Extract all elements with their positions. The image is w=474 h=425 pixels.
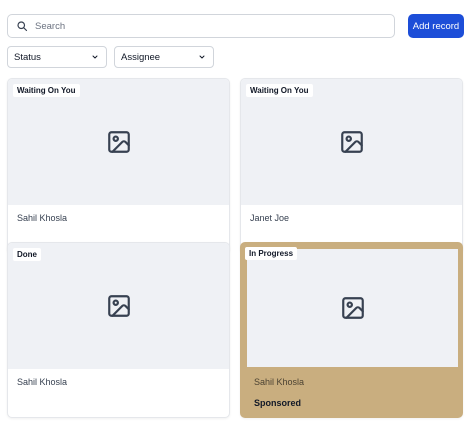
assignee-name: Sahil Khosla bbox=[254, 377, 305, 387]
card-image bbox=[241, 79, 462, 205]
image-placeholder-icon bbox=[107, 131, 130, 153]
status-badge: In Progress bbox=[245, 247, 298, 260]
status-badge: Waiting On You bbox=[13, 84, 80, 97]
image-placeholder-icon bbox=[341, 297, 364, 319]
chevron-down-icon bbox=[199, 55, 205, 59]
assignee-filter-dropdown[interactable]: Assignee bbox=[114, 46, 214, 68]
add-record-button[interactable]: Add record bbox=[408, 14, 464, 38]
assignee-filter-label: Assignee bbox=[121, 51, 161, 63]
status-badge: Waiting On You bbox=[246, 84, 313, 97]
record-card[interactable]: Waiting On You Sahil Khosla bbox=[7, 78, 230, 254]
record-card[interactable]: Done Sahil Khosla bbox=[7, 242, 230, 418]
assignee-name: Sahil Khosla bbox=[17, 377, 68, 387]
status-filter-dropdown[interactable]: Status bbox=[7, 46, 107, 68]
search-icon bbox=[17, 21, 28, 32]
assignee-name: Sahil Khosla bbox=[17, 213, 68, 223]
record-card[interactable]: Waiting On You Janet Joe bbox=[240, 78, 463, 254]
search-input[interactable] bbox=[35, 20, 365, 32]
image-placeholder-icon bbox=[107, 295, 130, 317]
chevron-down-icon bbox=[92, 55, 98, 59]
card-image bbox=[8, 79, 229, 205]
sponsored-record-card[interactable]: In Progress Sahil Khosla Sponsored bbox=[240, 242, 463, 418]
status-badge: Done bbox=[13, 248, 41, 261]
status-filter-label: Status bbox=[14, 51, 41, 63]
assignee-name: Janet Joe bbox=[250, 213, 290, 223]
search-box[interactable] bbox=[7, 14, 395, 38]
card-image bbox=[247, 249, 458, 367]
image-placeholder-icon bbox=[340, 131, 363, 153]
sponsored-label: Sponsored bbox=[254, 398, 302, 408]
card-image bbox=[8, 243, 229, 369]
